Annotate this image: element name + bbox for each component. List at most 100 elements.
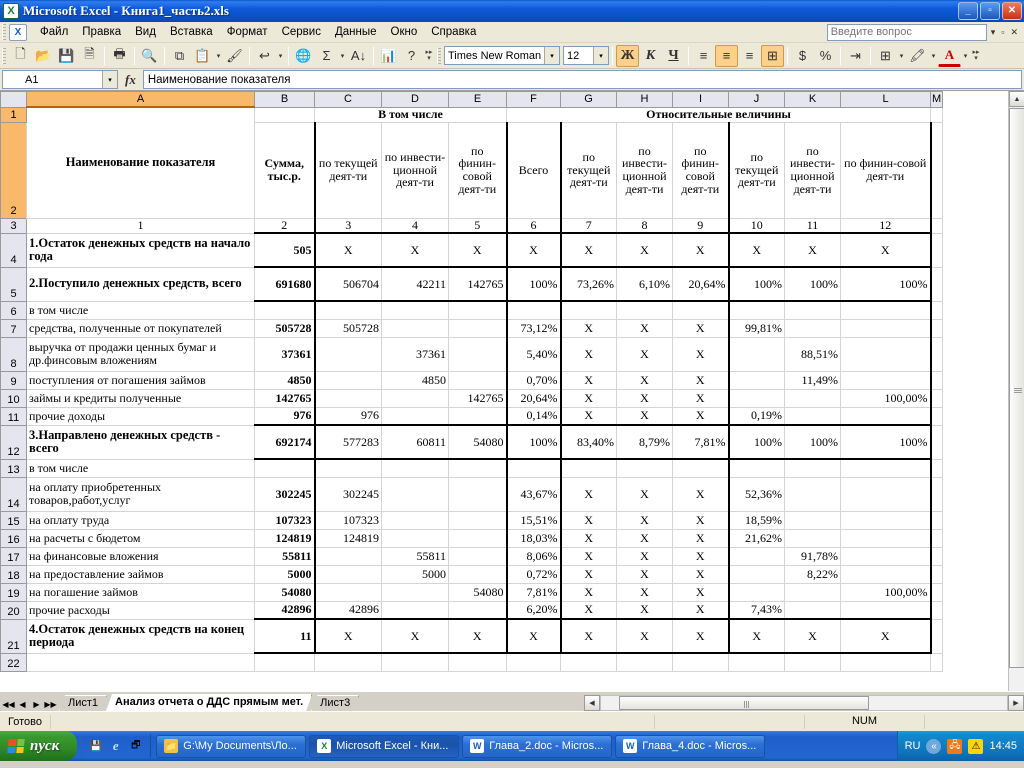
cell-b11[interactable]: 976 bbox=[255, 407, 315, 425]
cell-e19[interactable]: 54080 bbox=[449, 583, 507, 601]
cell-g16[interactable]: X bbox=[561, 529, 617, 547]
menu-item-file[interactable]: Файл bbox=[33, 24, 75, 40]
document-control-icon[interactable]: X bbox=[9, 24, 27, 41]
cell-m10[interactable] bbox=[931, 389, 943, 407]
cell-c14[interactable]: 302245 bbox=[315, 477, 382, 511]
cell-e6[interactable] bbox=[449, 301, 507, 319]
hyperlink-icon[interactable]: 🌐 bbox=[292, 45, 315, 67]
cell-d2[interactable]: по инвести-ционной деят-ти bbox=[382, 122, 449, 218]
cell-b9[interactable]: 4850 bbox=[255, 371, 315, 389]
cell-l15[interactable] bbox=[841, 511, 931, 529]
network-icon[interactable]: 🖧 bbox=[947, 739, 962, 754]
cell-h5[interactable]: 6,10% bbox=[617, 267, 673, 301]
row-header-10[interactable]: 10 bbox=[1, 389, 27, 407]
cell-a22[interactable] bbox=[27, 653, 255, 671]
cell-l7[interactable] bbox=[841, 319, 931, 337]
row-header-22[interactable]: 22 bbox=[1, 653, 27, 671]
cell-h21[interactable]: X bbox=[617, 619, 673, 653]
cell-k19[interactable] bbox=[785, 583, 841, 601]
row-header-2[interactable]: 2 bbox=[1, 122, 27, 218]
first-sheet-icon[interactable]: ◀◀ bbox=[2, 700, 15, 709]
cell-g12[interactable]: 83,40% bbox=[561, 425, 617, 459]
cell-e22[interactable] bbox=[449, 653, 507, 671]
cell-f5[interactable]: 100% bbox=[507, 267, 561, 301]
cell-b4[interactable]: 505 bbox=[255, 233, 315, 267]
row-header-9[interactable]: 9 bbox=[1, 371, 27, 389]
cell-m6[interactable] bbox=[931, 301, 943, 319]
cell-c20[interactable]: 42896 bbox=[315, 601, 382, 619]
menu-item-edit[interactable]: Правка bbox=[75, 24, 128, 40]
cell-m4[interactable] bbox=[931, 233, 943, 267]
cell-g4[interactable]: X bbox=[561, 233, 617, 267]
cell-e3[interactable]: 5 bbox=[449, 218, 507, 233]
cell-h11[interactable]: X bbox=[617, 407, 673, 425]
cell-k17[interactable]: 91,78% bbox=[785, 547, 841, 565]
formula-input[interactable]: Наименование показателя bbox=[143, 70, 1022, 89]
cell-c15[interactable]: 107323 bbox=[315, 511, 382, 529]
minimize-button[interactable]: _ bbox=[958, 2, 978, 20]
cell-m19[interactable] bbox=[931, 583, 943, 601]
cell-d7[interactable] bbox=[382, 319, 449, 337]
cell-h13[interactable] bbox=[617, 459, 673, 477]
taskbar-item-word-1[interactable]: W Глава_2.doc - Micros... bbox=[462, 735, 612, 758]
cell-g20[interactable]: X bbox=[561, 601, 617, 619]
cell-g2[interactable]: по текущей деят-ти bbox=[561, 122, 617, 218]
cell-i4[interactable]: X bbox=[673, 233, 729, 267]
vertical-scroll-thumb[interactable] bbox=[1009, 108, 1024, 668]
cell-f4[interactable]: X bbox=[507, 233, 561, 267]
cell-h10[interactable]: X bbox=[617, 389, 673, 407]
cell-c5[interactable]: 506704 bbox=[315, 267, 382, 301]
cell-h9[interactable]: X bbox=[617, 371, 673, 389]
warning-icon[interactable]: ⚠ bbox=[968, 739, 983, 754]
cell-k15[interactable] bbox=[785, 511, 841, 529]
align-left-icon[interactable]: ≡ bbox=[692, 45, 715, 67]
column-header-a[interactable]: A bbox=[27, 92, 255, 108]
cell-f8[interactable]: 5,40% bbox=[507, 337, 561, 371]
cell-a17[interactable]: на финансовые вложения bbox=[27, 547, 255, 565]
cell-g21[interactable]: X bbox=[561, 619, 617, 653]
cell-i13[interactable] bbox=[673, 459, 729, 477]
cell-j3[interactable]: 10 bbox=[729, 218, 785, 233]
cell-l22[interactable] bbox=[841, 653, 931, 671]
cell-f22[interactable] bbox=[507, 653, 561, 671]
cell-d14[interactable] bbox=[382, 477, 449, 511]
cell-f10[interactable]: 20,64% bbox=[507, 389, 561, 407]
cell-k21[interactable]: X bbox=[785, 619, 841, 653]
cell-f15[interactable]: 15,51% bbox=[507, 511, 561, 529]
cell-g9[interactable]: X bbox=[561, 371, 617, 389]
font-size-combo[interactable]: 12 ▾ bbox=[563, 46, 609, 65]
cell-a15[interactable]: на оплату труда bbox=[27, 511, 255, 529]
help-icon[interactable]: ? bbox=[400, 45, 423, 67]
cell-j6[interactable] bbox=[729, 301, 785, 319]
cell-e2[interactable]: по финин-совой деят-ти bbox=[449, 122, 507, 218]
cell-b1[interactable] bbox=[255, 107, 315, 122]
cell-h22[interactable] bbox=[617, 653, 673, 671]
cell-c11[interactable]: 976 bbox=[315, 407, 382, 425]
increase-indent-icon[interactable]: ⇥ bbox=[844, 45, 867, 67]
column-header-e[interactable]: E bbox=[449, 92, 507, 108]
show-desktop-icon[interactable]: 🗗 bbox=[128, 739, 143, 754]
cell-h18[interactable]: X bbox=[617, 565, 673, 583]
align-right-icon[interactable]: ≡ bbox=[738, 45, 761, 67]
cell-d18[interactable]: 5000 bbox=[382, 565, 449, 583]
cell-f7[interactable]: 73,12% bbox=[507, 319, 561, 337]
chevron-left-icon[interactable]: « bbox=[926, 739, 941, 754]
cell-i6[interactable] bbox=[673, 301, 729, 319]
cell-b10[interactable]: 142765 bbox=[255, 389, 315, 407]
cell-a21[interactable]: 4.Остаток денежных средств на конец пери… bbox=[27, 619, 255, 653]
cell-k10[interactable] bbox=[785, 389, 841, 407]
cell-d10[interactable] bbox=[382, 389, 449, 407]
cell-d6[interactable] bbox=[382, 301, 449, 319]
cell-m12[interactable] bbox=[931, 425, 943, 459]
cell-f9[interactable]: 0,70% bbox=[507, 371, 561, 389]
cell-i18[interactable]: X bbox=[673, 565, 729, 583]
menu-item-view[interactable]: Вид bbox=[128, 24, 163, 40]
cell-l12[interactable]: 100% bbox=[841, 425, 931, 459]
borders-icon[interactable]: ⊞ bbox=[874, 45, 897, 67]
cell-k12[interactable]: 100% bbox=[785, 425, 841, 459]
percent-style-icon[interactable]: % bbox=[814, 45, 837, 67]
cell-b3[interactable]: 2 bbox=[255, 218, 315, 233]
cell-c21[interactable]: X bbox=[315, 619, 382, 653]
cell-j21[interactable]: X bbox=[729, 619, 785, 653]
close-button[interactable]: ✕ bbox=[1002, 2, 1022, 20]
